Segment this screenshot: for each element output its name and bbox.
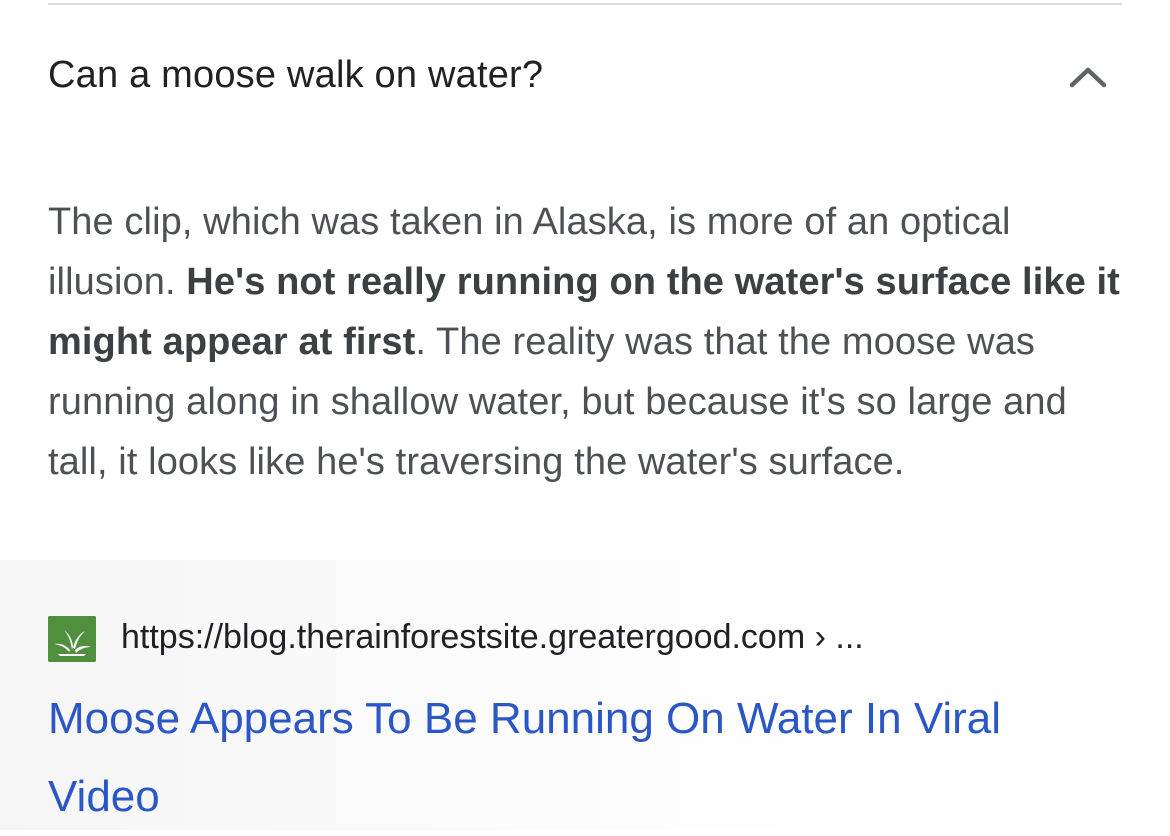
rainforest-leaf-icon [48, 616, 96, 662]
source-url[interactable]: https://blog.therainforestsite.greatergo… [121, 618, 864, 657]
faq-question-row[interactable]: Can a moose walk on water? [48, 48, 1122, 112]
result-title-link[interactable]: Moose Appears To Be Running On Water In … [48, 680, 1108, 836]
chevron-up-icon[interactable] [1064, 54, 1112, 102]
faq-question[interactable]: Can a moose walk on water? [48, 54, 543, 97]
top-divider [48, 3, 1122, 5]
faq-answer: The clip, which was taken in Alaska, is … [48, 192, 1128, 492]
